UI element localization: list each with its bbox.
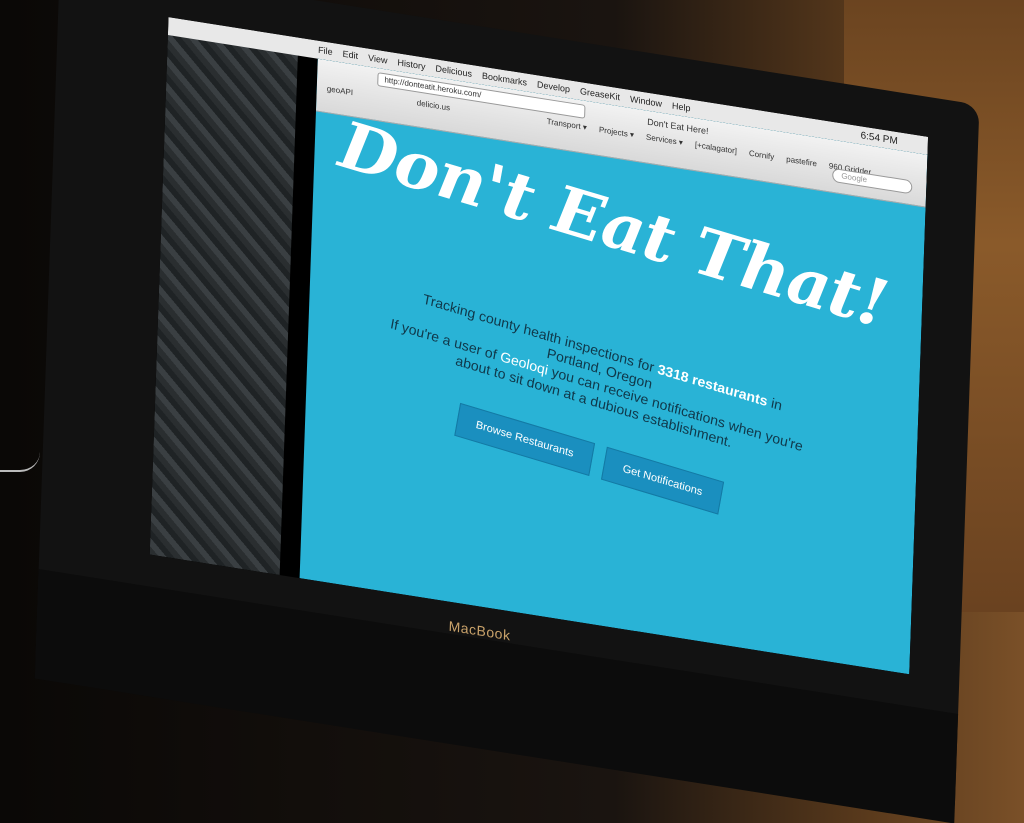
menu-edit[interactable]: Edit	[342, 49, 358, 61]
desktop-wallpaper	[149, 17, 299, 575]
menu-window[interactable]: Window	[630, 94, 662, 109]
menu-help[interactable]: Help	[672, 101, 691, 114]
laptop-screen: File Edit View History Delicious Bookmar…	[149, 17, 929, 675]
menubar-clock: 6:54 PM	[860, 129, 898, 147]
bookmark-projects[interactable]: Projects ▾	[599, 125, 634, 139]
menu-history[interactable]: History	[397, 57, 425, 71]
bookmark-delicious[interactable]: delicio.us	[417, 98, 451, 112]
bookmark-cornify[interactable]: Cornify	[749, 149, 775, 162]
laptop: File Edit View History Delicious Bookmar…	[34, 0, 980, 823]
browser-window: http://donteatit.heroku.com/ Don't Eat H…	[299, 58, 928, 675]
menu-develop[interactable]: Develop	[537, 79, 570, 94]
menu-greasekit[interactable]: GreaseKit	[580, 86, 620, 102]
menu-file[interactable]: File	[318, 45, 333, 57]
charging-cable	[0, 430, 40, 472]
bookmark-pastefire[interactable]: pastefire	[786, 155, 817, 169]
bookmark-calagator[interactable]: [+calagator]	[695, 140, 737, 156]
menu-delicious[interactable]: Delicious	[435, 63, 472, 79]
menu-view[interactable]: View	[368, 53, 388, 66]
search-field[interactable]: Google	[832, 167, 913, 195]
bookmark-transport[interactable]: Transport ▾	[547, 117, 587, 132]
get-notifications-button[interactable]: Get Notifications	[601, 446, 724, 515]
browse-restaurants-button[interactable]: Browse Restaurants	[454, 402, 596, 477]
bookmark-services[interactable]: Services ▾	[646, 132, 683, 147]
bookmark-geoapi[interactable]: geoAPI	[327, 84, 354, 97]
